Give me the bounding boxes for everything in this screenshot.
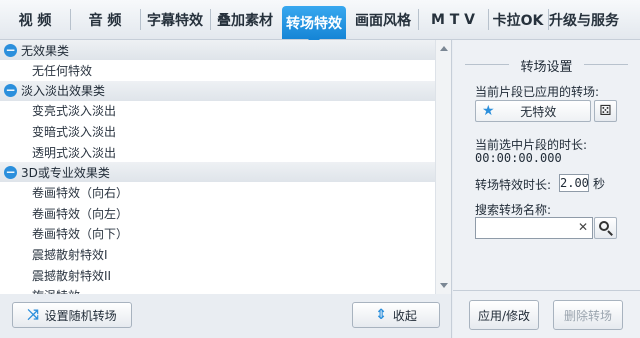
list-item[interactable]: 卷画特效（向左） [0,203,435,224]
applied-transition-label: 当前片段已应用的转场: [475,85,600,99]
applied-transition-box[interactable]: ★ 无特效 [475,100,591,122]
random-transition-label: 设置随机转场 [44,308,117,323]
scroll-up-icon[interactable] [440,46,448,51]
list-item[interactable]: 卷画特效（向右） [0,182,435,203]
panel-divider [453,290,640,291]
star-icon: ★ [482,103,495,119]
collapse-label: 收起 [392,308,417,323]
list-item[interactable]: 旋涡特效 [0,285,435,294]
collapse-minus-icon[interactable]: − [4,43,17,57]
tab-video[interactable]: 视 频 [0,0,70,39]
list-item[interactable]: 变亮式淡入淡出 [0,101,435,122]
clear-icon[interactable]: ✕ [578,220,588,234]
effects-list-panel: − 无效果类 无任何特效 − 淡入淡出效果类 变亮式淡入淡出 变暗式淡入淡出 透… [0,40,452,294]
group-title: 无效果类 [21,43,70,58]
list-item[interactable]: 震撼散射特效I [0,244,435,265]
list-item[interactable]: 震撼散射特效II [0,265,435,286]
group-header-no-effect[interactable]: − 无效果类 [0,40,435,60]
apply-modify-button[interactable]: 应用/修改 [469,300,539,330]
collapse-minus-icon[interactable]: − [4,165,17,179]
group-header-3d[interactable]: − 3D或专业效果类 [0,162,435,183]
group-header-fade[interactable]: − 淡入淡出效果类 [0,80,435,101]
group-title: 淡入淡出效果类 [21,84,106,99]
search-transition-input[interactable] [475,217,593,239]
collapse-icon: ⇕ [375,307,387,323]
settings-title: 转场设置 [453,56,640,75]
group-title: 3D或专业效果类 [21,165,110,180]
collapse-minus-icon[interactable]: − [4,84,17,98]
scroll-down-icon[interactable] [440,283,448,288]
list-item[interactable]: 卷画特效（向下） [0,224,435,245]
effect-duration-input[interactable]: 2.00 [559,174,589,192]
effects-list: − 无效果类 无任何特效 − 淡入淡出效果类 变亮式淡入淡出 变暗式淡入淡出 透… [0,40,435,294]
tab-transition-effects[interactable]: 转场特效 [282,6,346,45]
list-item[interactable]: 变暗式淡入淡出 [0,121,435,142]
delete-transition-button[interactable]: 删除转场 [553,300,623,330]
tab-subtitle-effects[interactable]: 字幕特效 [140,0,210,39]
effect-duration-label: 转场特效时长: [475,178,552,192]
list-item[interactable]: 透明式淡入淡出 [0,142,435,163]
tab-mtv[interactable]: M T V [418,0,488,39]
shuffle-icon: ⤨ [27,307,39,323]
dice-icon: ⚄ [599,103,612,119]
tab-karaoke[interactable]: 卡拉OK [488,0,548,39]
tab-picture-style[interactable]: 画面风格 [348,0,418,39]
apply-modify-label: 应用/修改 [477,308,531,323]
tab-overlay-materials[interactable]: 叠加素材 [210,0,280,39]
random-transition-button[interactable]: ⤨ 设置随机转场 [12,302,132,328]
search-transition-label: 搜索转场名称: [475,203,552,217]
search-button[interactable] [594,217,617,239]
tab-upgrade-service[interactable]: 升级与服务 [548,0,620,39]
list-item[interactable]: 无任何特效 [0,60,435,81]
collapse-button[interactable]: ⇕ 收起 [352,302,440,328]
delete-transition-label: 删除转场 [563,308,612,323]
transition-settings-panel: 转场设置 当前片段已应用的转场: ★ 无特效 ⚄ 当前选中片段的时长: 00:0… [453,40,640,338]
tab-audio[interactable]: 音 频 [70,0,140,39]
random-dice-button[interactable]: ⚄ [594,100,617,122]
effects-bottom-bar: ⤨ 设置随机转场 ⇕ 收起 [0,294,452,338]
main-tab-bar: 视 频 音 频 字幕特效 叠加素材 转场特效 画面风格 M T V 卡拉OK 升… [0,0,640,45]
effect-duration-unit: 秒 [593,177,606,191]
applied-transition-value: 无特效 [520,104,557,119]
list-scrollbar[interactable] [435,40,451,294]
clip-duration-value: 00:00:00.000 [475,151,562,165]
